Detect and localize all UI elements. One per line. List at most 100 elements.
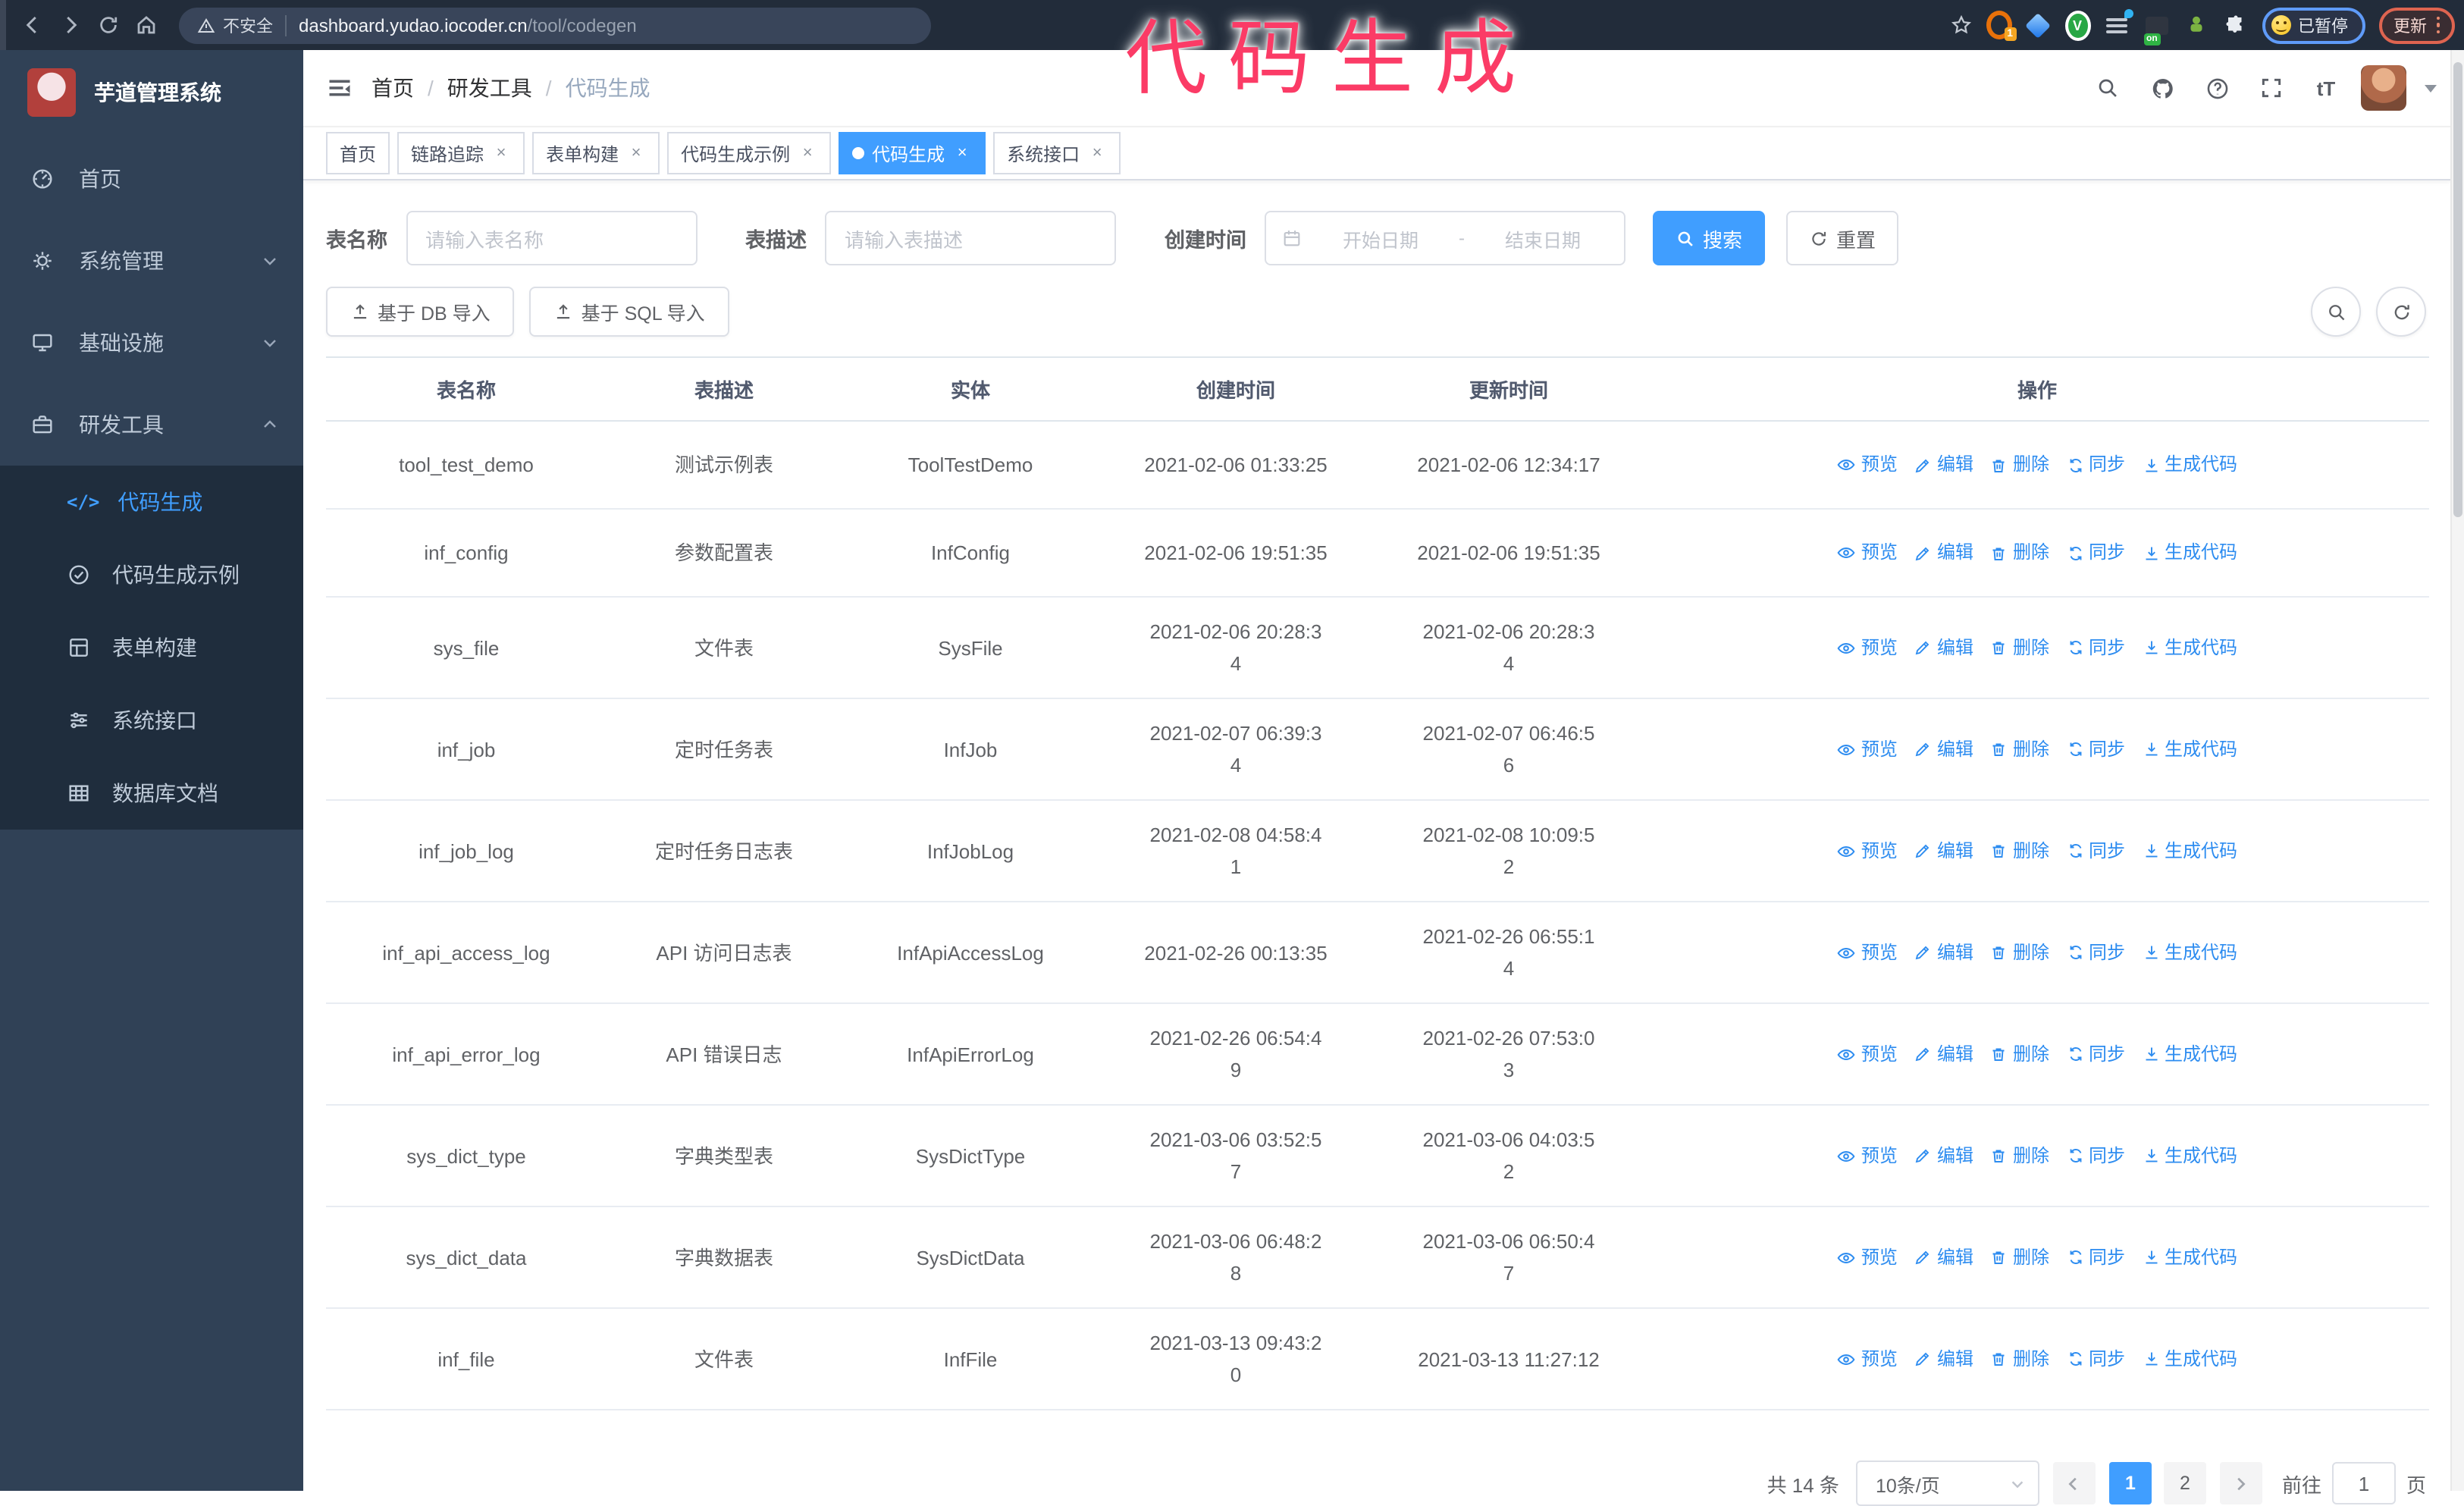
edit-link[interactable]: 编辑 <box>1914 835 1973 867</box>
delete-link[interactable]: 删除 <box>1990 1038 2049 1070</box>
delete-link[interactable]: 删除 <box>1990 733 2049 765</box>
delete-link[interactable]: 删除 <box>1990 937 2049 968</box>
tag-4[interactable]: 代码生成 × <box>839 132 986 174</box>
generate-code-link[interactable]: 生成代码 <box>2142 733 2237 765</box>
profile-paused-badge[interactable]: 已暂停 <box>2262 7 2365 43</box>
preview-link[interactable]: 预览 <box>1837 1343 1898 1375</box>
sync-link[interactable]: 同步 <box>2066 449 2125 481</box>
fullscreen-icon[interactable] <box>2252 68 2291 108</box>
toggle-search-button[interactable] <box>2311 287 2361 337</box>
close-icon[interactable]: × <box>1087 143 1107 163</box>
delete-link[interactable]: 删除 <box>1990 537 2049 569</box>
generate-code-link[interactable]: 生成代码 <box>2142 1241 2237 1273</box>
sync-link[interactable]: 同步 <box>2066 1343 2125 1375</box>
preview-link[interactable]: 预览 <box>1837 537 1898 569</box>
edit-link[interactable]: 编辑 <box>1914 449 1973 481</box>
user-avatar[interactable] <box>2361 65 2406 111</box>
delete-link[interactable]: 删除 <box>1990 1140 2049 1172</box>
edit-link[interactable]: 编辑 <box>1914 1343 1973 1375</box>
tag-5[interactable]: 系统接口 × <box>993 132 1121 174</box>
extension-dark-icon[interactable]: on <box>2143 12 2169 45</box>
delete-link[interactable]: 删除 <box>1990 1343 2049 1375</box>
sidebar-item-0[interactable]: 首页 <box>0 138 303 220</box>
tag-1[interactable]: 链路追踪 × <box>397 132 525 174</box>
preview-link[interactable]: 预览 <box>1837 733 1898 765</box>
sync-link[interactable]: 同步 <box>2066 1140 2125 1172</box>
prev-page-button[interactable] <box>2052 1462 2096 1504</box>
date-range-picker[interactable]: 开始日期 - 结束日期 <box>1265 211 1625 265</box>
table-desc-input[interactable]: 请输入表描述 <box>825 211 1116 265</box>
tag-2[interactable]: 表单构建 × <box>532 132 660 174</box>
page-size-select[interactable]: 10条/页 <box>1855 1461 2039 1506</box>
app-logo[interactable]: 芋道管理系统 <box>0 50 303 135</box>
breadcrumb-dev-tools[interactable]: 研发工具 <box>447 73 532 103</box>
refresh-table-button[interactable] <box>2376 287 2426 337</box>
edit-link[interactable]: 编辑 <box>1914 1038 1973 1070</box>
edit-link[interactable]: 编辑 <box>1914 1140 1973 1172</box>
page-scrollbar[interactable] <box>2450 50 2464 1491</box>
sync-link[interactable]: 同步 <box>2066 632 2125 664</box>
header-search-icon[interactable] <box>2088 68 2127 108</box>
preview-link[interactable]: 预览 <box>1837 1241 1898 1273</box>
next-page-button[interactable] <box>2219 1462 2262 1504</box>
avatar-caret-icon[interactable] <box>2425 84 2437 92</box>
sync-link[interactable]: 同步 <box>2066 1241 2125 1273</box>
delete-link[interactable]: 删除 <box>1990 632 2049 664</box>
delete-link[interactable]: 删除 <box>1990 449 2049 481</box>
edit-link[interactable]: 编辑 <box>1914 937 1973 968</box>
font-size-icon[interactable]: tT <box>2306 68 2346 108</box>
preview-link[interactable]: 预览 <box>1837 632 1898 664</box>
extension-sliders-icon[interactable] <box>2104 9 2133 38</box>
extension-robot-icon[interactable] <box>2183 12 2209 38</box>
generate-code-link[interactable]: 生成代码 <box>2142 537 2237 569</box>
security-warning[interactable]: 不安全 <box>197 13 273 37</box>
edit-link[interactable]: 编辑 <box>1914 733 1973 765</box>
breadcrumb-home[interactable]: 首页 <box>371 73 414 103</box>
edit-link[interactable]: 编辑 <box>1914 1241 1973 1273</box>
sync-link[interactable]: 同步 <box>2066 835 2125 867</box>
sidebar-subitem-2[interactable]: 表单构建 <box>0 611 303 684</box>
import-sql-button[interactable]: 基于 SQL 导入 <box>529 286 729 336</box>
delete-link[interactable]: 删除 <box>1990 835 2049 867</box>
tag-3[interactable]: 代码生成示例 × <box>667 132 832 174</box>
github-icon[interactable] <box>2143 68 2182 108</box>
generate-code-link[interactable]: 生成代码 <box>2142 835 2237 867</box>
sync-link[interactable]: 同步 <box>2066 937 2125 968</box>
generate-code-link[interactable]: 生成代码 <box>2142 1343 2237 1375</box>
preview-link[interactable]: 预览 <box>1837 1140 1898 1172</box>
preview-link[interactable]: 预览 <box>1837 449 1898 481</box>
browser-reload-icon[interactable] <box>97 14 120 36</box>
generate-code-link[interactable]: 生成代码 <box>2142 937 2237 968</box>
generate-code-link[interactable]: 生成代码 <box>2142 1038 2237 1070</box>
bookmark-star-icon[interactable] <box>1949 14 1972 36</box>
close-icon[interactable]: × <box>798 143 817 163</box>
help-icon[interactable] <box>2197 68 2237 108</box>
generate-code-link[interactable]: 生成代码 <box>2142 449 2237 481</box>
generate-code-link[interactable]: 生成代码 <box>2142 632 2237 664</box>
preview-link[interactable]: 预览 <box>1837 1038 1898 1070</box>
preview-link[interactable]: 预览 <box>1837 835 1898 867</box>
close-icon[interactable]: × <box>626 143 646 163</box>
browser-update-button[interactable]: 更新 <box>2378 7 2455 43</box>
sidebar-subitem-0[interactable]: </> 代码生成 <box>0 466 303 538</box>
extension-gem-icon[interactable] <box>2025 12 2051 38</box>
tag-0[interactable]: 首页 <box>326 132 390 174</box>
extension-check-icon[interactable]: V <box>2064 10 2090 40</box>
sidebar-subitem-1[interactable]: 代码生成示例 <box>0 538 303 611</box>
table-name-input[interactable]: 请输入表名称 <box>406 211 697 265</box>
close-icon[interactable]: × <box>491 143 511 163</box>
browser-back-icon[interactable] <box>21 14 44 36</box>
sidebar-item-3[interactable]: 研发工具 <box>0 384 303 466</box>
search-button[interactable]: 搜索 <box>1653 211 1766 265</box>
sync-link[interactable]: 同步 <box>2066 537 2125 569</box>
goto-page-input[interactable]: 1 <box>2331 1462 2396 1504</box>
delete-link[interactable]: 删除 <box>1990 1241 2049 1273</box>
extension-orange-icon[interactable]: 1 <box>1986 11 2016 41</box>
page-button-2[interactable]: 2 <box>2163 1462 2206 1504</box>
import-db-button[interactable]: 基于 DB 导入 <box>326 286 515 336</box>
preview-link[interactable]: 预览 <box>1837 937 1898 968</box>
generate-code-link[interactable]: 生成代码 <box>2142 1140 2237 1172</box>
sidebar-item-1[interactable]: 系统管理 <box>0 220 303 302</box>
browser-forward-icon[interactable] <box>59 14 82 36</box>
edit-link[interactable]: 编辑 <box>1914 537 1973 569</box>
